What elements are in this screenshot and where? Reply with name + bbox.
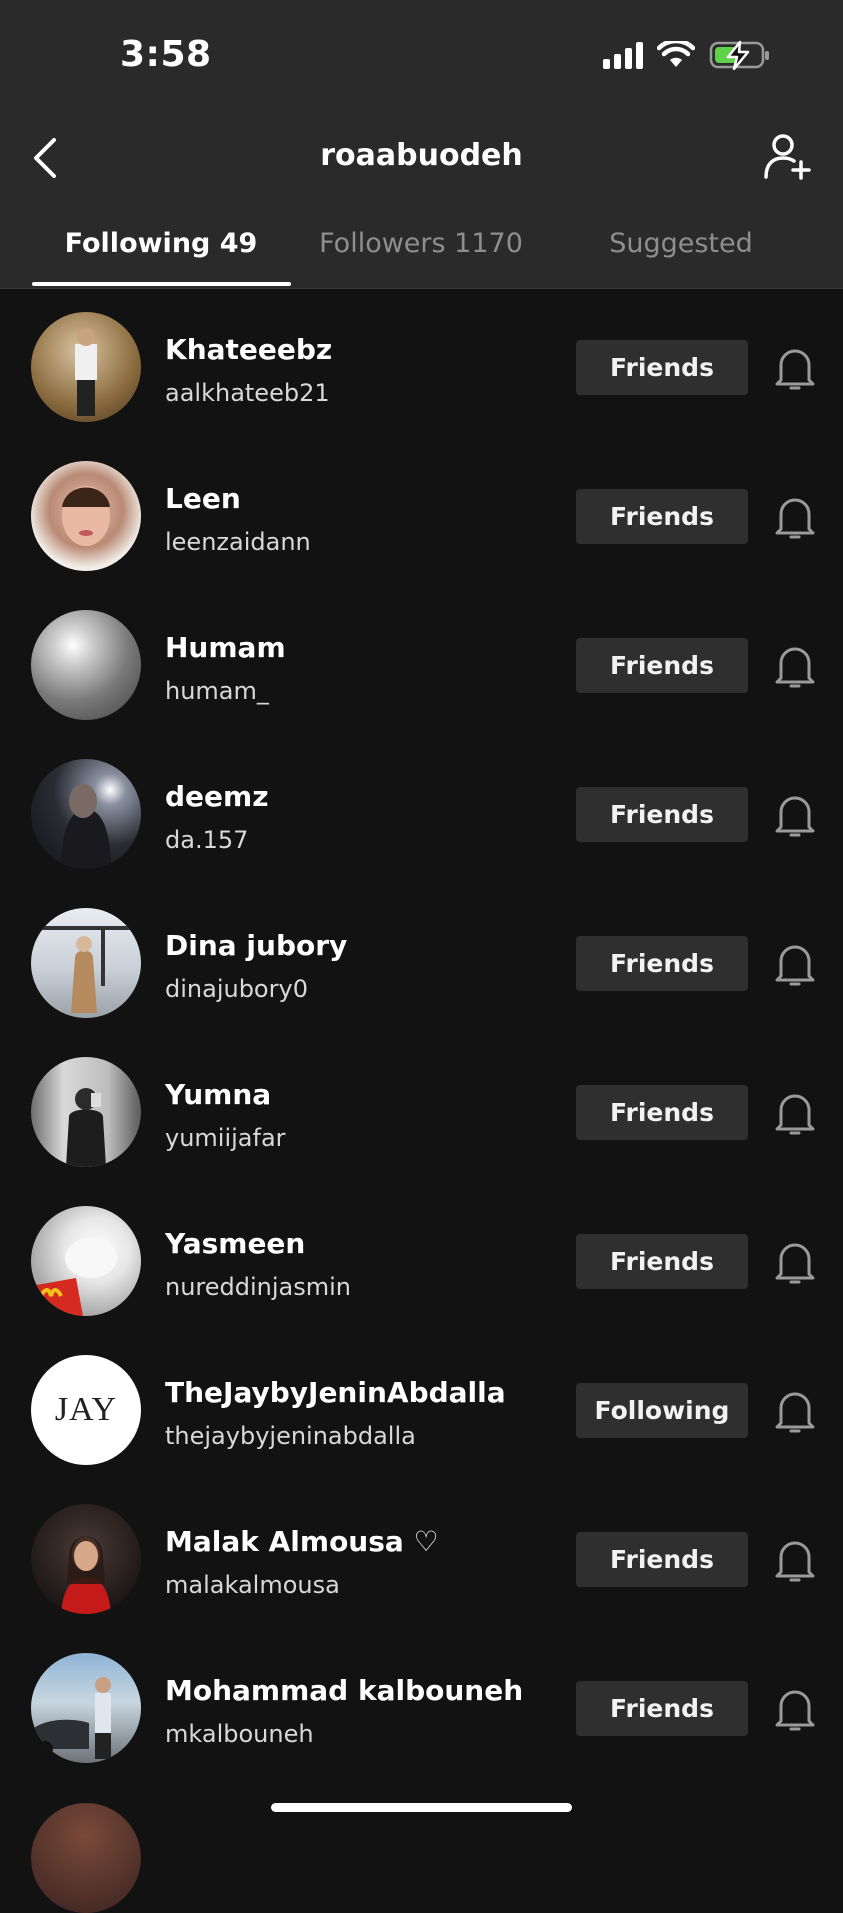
friends-button[interactable]: Friends [576,936,748,991]
avatar[interactable] [31,1803,141,1913]
friends-button[interactable]: Friends [576,1532,748,1587]
user-handle: humam_ [165,677,269,705]
user-name: deemz [165,780,269,813]
list-item[interactable]: Yasmeen nureddinjasmin Friends [0,1183,843,1332]
avatar[interactable] [31,1057,141,1167]
user-handle: nureddinjasmin [165,1273,352,1301]
list-item[interactable]: JAY TheJaybyJeninAbdalla thejaybyjeninab… [0,1332,843,1481]
add-user-icon[interactable] [763,132,813,182]
user-name: TheJaybyJeninAbdalla [165,1376,506,1409]
user-handle: thejaybyjeninabdalla [165,1422,416,1450]
list-item[interactable]: deemz da.157 Friends [0,736,843,885]
bell-icon[interactable] [773,1387,817,1435]
user-handle: aalkhateeb21 [165,379,330,407]
friends-button[interactable]: Friends [576,1681,748,1736]
bell-icon[interactable] [773,791,817,839]
tab-followers[interactable]: Followers 1170 [291,228,551,259]
tab-suggested[interactable]: Suggested [551,228,811,259]
list-item[interactable]: Yumna yumiijafar Friends [0,1034,843,1183]
battery-charging-icon [709,40,769,70]
bell-icon[interactable] [773,344,817,392]
active-tab-indicator [32,282,291,286]
user-name: Malak Almousa ♡ [165,1525,439,1558]
list-item[interactable]: Khateeebz aalkhateeb21 Friends [0,289,843,438]
user-name: Leen [165,482,241,515]
friends-button[interactable]: Friends [576,489,748,544]
following-list: Khateeebz aalkhateeb21 Friends Leen leen… [0,289,843,1779]
bell-icon[interactable] [773,642,817,690]
list-item[interactable]: Malak Almousa ♡ malakalmousa Friends [0,1481,843,1630]
avatar[interactable] [31,461,141,571]
tab-bar: Following 49 Followers 1170 Suggested [0,220,843,288]
friends-button[interactable]: Friends [576,1234,748,1289]
bell-icon[interactable] [773,1685,817,1733]
user-name: Mohammad kalbouneh [165,1674,524,1707]
user-name: Humam [165,631,286,664]
avatar[interactable]: JAY [31,1355,141,1465]
bell-icon[interactable] [773,1238,817,1286]
list-item[interactable]: Humam humam_ Friends [0,587,843,736]
bell-icon[interactable] [773,493,817,541]
list-item[interactable]: Dina jubory dinajubory0 Friends [0,885,843,1034]
user-handle: leenzaidann [165,528,311,556]
friends-button[interactable]: Friends [576,787,748,842]
bell-icon[interactable] [773,940,817,988]
avatar[interactable] [31,1653,141,1763]
avatar[interactable] [31,1206,141,1316]
avatar-logo-text: JAY [54,1391,118,1428]
top-header: 3:58 roaabuodeh Following 49 Followers 1… [0,0,843,289]
friends-button[interactable]: Friends [576,1085,748,1140]
list-item[interactable]: Leen leenzaidann Friends [0,438,843,587]
wifi-icon [657,41,695,67]
avatar[interactable] [31,908,141,1018]
home-indicator[interactable] [271,1803,572,1812]
page-title: roaabuodeh [320,138,523,173]
user-name: Yumna [165,1078,272,1111]
user-handle: dinajubory0 [165,975,308,1003]
status-icons [603,40,771,70]
bell-icon[interactable] [773,1536,817,1584]
user-handle: da.157 [165,826,249,854]
user-name: Khateeebz [165,333,333,366]
user-handle: mkalbouneh [165,1720,314,1748]
user-name: Dina jubory [165,929,348,962]
avatar[interactable] [31,312,141,422]
friends-button[interactable]: Friends [576,638,748,693]
avatar[interactable] [31,1504,141,1614]
tab-following[interactable]: Following 49 [31,228,291,259]
bell-icon[interactable] [773,1089,817,1137]
avatar[interactable] [31,610,141,720]
list-item[interactable]: Mohammad kalbouneh mkalbouneh Friends [0,1630,843,1779]
friends-button[interactable]: Friends [576,340,748,395]
user-name: Yasmeen [165,1227,306,1260]
user-handle: malakalmousa [165,1571,340,1599]
following-button[interactable]: Following [576,1383,748,1438]
user-handle: yumiijafar [165,1124,286,1152]
status-time: 3:58 [120,34,212,75]
cellular-signal-icon [603,41,643,69]
avatar[interactable] [31,759,141,869]
